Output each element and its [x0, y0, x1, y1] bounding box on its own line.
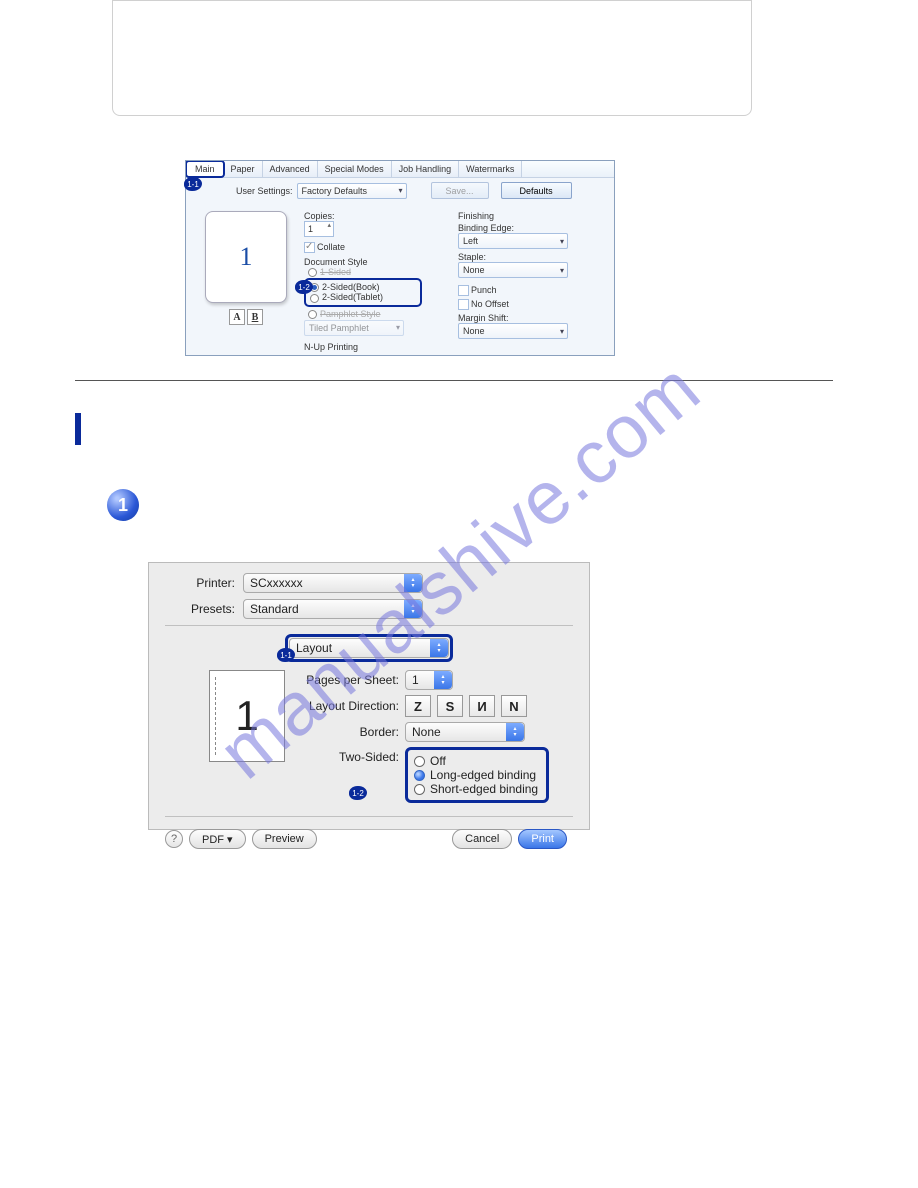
- radio-long-edge[interactable]: [414, 770, 425, 781]
- no-offset-label: No Offset: [471, 299, 509, 309]
- save-button[interactable]: Save...: [431, 182, 489, 199]
- printer-label: Printer:: [165, 576, 235, 590]
- page-preview: 1: [205, 211, 287, 303]
- note-box: [112, 0, 752, 116]
- layout-direction-label: Layout Direction:: [297, 699, 399, 713]
- radio-pamphlet: [308, 310, 317, 319]
- copies-label: Copies:: [304, 211, 452, 221]
- printer-select[interactable]: SCxxxxxx: [243, 573, 423, 593]
- radio-short-edge-label: Short-edged binding: [430, 782, 538, 796]
- border-label: Border:: [297, 725, 399, 739]
- radio-off-label: Off: [430, 754, 446, 768]
- presets-label: Presets:: [165, 602, 235, 616]
- tab-paper[interactable]: Paper: [224, 161, 263, 177]
- radio-long-edge-label: Long-edged binding: [430, 768, 536, 782]
- margin-shift-label: Margin Shift:: [458, 313, 606, 323]
- tab-watermarks[interactable]: Watermarks: [459, 161, 522, 177]
- radio-2sided-tablet-label: 2-Sided(Tablet): [322, 292, 383, 302]
- step-number-icon: 1: [107, 489, 139, 521]
- ab-b-icon: B: [247, 309, 263, 325]
- radio-short-edge[interactable]: [414, 784, 425, 795]
- radio-pamphlet-label: Pamphlet Style: [320, 309, 381, 319]
- layout-dir-2[interactable]: S: [437, 695, 463, 717]
- user-settings-label: User Settings:: [236, 186, 293, 196]
- pamphlet-select: Tiled Pamphlet: [304, 320, 404, 336]
- print-button[interactable]: Print: [518, 829, 567, 849]
- two-sided-highlight: Off Long-edged binding Short-edged bindi…: [405, 747, 549, 803]
- copies-input[interactable]: 1: [304, 221, 334, 237]
- layout-dir-3[interactable]: И: [469, 695, 495, 717]
- defaults-button[interactable]: Defaults: [501, 182, 572, 199]
- binding-edge-select[interactable]: Left: [458, 233, 568, 249]
- doc-style-label: Document Style: [304, 257, 452, 267]
- two-sided-label: Two-Sided:: [297, 747, 399, 764]
- tab-advanced[interactable]: Advanced: [263, 161, 318, 177]
- radio-off[interactable]: [414, 756, 425, 767]
- punch-label: Punch: [471, 285, 497, 295]
- staple-label: Staple:: [458, 252, 606, 262]
- doc-style-highlight: 2-Sided(Book) 2-Sided(Tablet): [304, 278, 422, 306]
- no-offset-checkbox[interactable]: [458, 299, 469, 310]
- ab-a-icon: A: [229, 309, 245, 325]
- presets-select[interactable]: Standard: [243, 599, 423, 619]
- staple-select[interactable]: None: [458, 262, 568, 278]
- radio-2sided-tablet[interactable]: [310, 294, 319, 303]
- pdf-button[interactable]: PDF ▾: [189, 829, 246, 849]
- nup-label: N-Up Printing: [304, 342, 452, 352]
- cancel-button[interactable]: Cancel: [452, 829, 512, 849]
- win-preview-pane: 1 A B: [194, 209, 298, 352]
- tab-special-modes[interactable]: Special Modes: [318, 161, 392, 177]
- tab-job-handling[interactable]: Job Handling: [392, 161, 460, 177]
- mac-page-preview: 1: [209, 670, 285, 762]
- margin-shift-select[interactable]: None: [458, 323, 568, 339]
- layout-dir-4[interactable]: N: [501, 695, 527, 717]
- section-select[interactable]: Layout: [289, 638, 449, 658]
- collate-checkbox[interactable]: [304, 242, 315, 253]
- radio-1sided-label: 1-Sided: [320, 267, 351, 277]
- user-settings-select[interactable]: Factory Defaults: [297, 183, 407, 199]
- border-select[interactable]: None: [405, 722, 525, 742]
- radio-1sided[interactable]: [308, 268, 317, 277]
- windows-print-dialog: Main Paper Advanced Special Modes Job Ha…: [185, 160, 615, 356]
- win-tab-strip: Main Paper Advanced Special Modes Job Ha…: [186, 161, 614, 178]
- help-button[interactable]: ?: [165, 830, 183, 848]
- collate-label: Collate: [317, 242, 345, 252]
- binding-edge-label: Binding Edge:: [458, 223, 606, 233]
- tab-main[interactable]: Main: [185, 160, 225, 178]
- mac-print-dialog: Printer: SCxxxxxx Presets: Standard Layo…: [148, 562, 590, 830]
- divider: [75, 380, 833, 381]
- finishing-label: Finishing: [458, 211, 606, 221]
- punch-checkbox[interactable]: [458, 285, 469, 296]
- section-marker: [75, 413, 81, 445]
- pages-per-sheet-select[interactable]: 1: [405, 670, 453, 690]
- preview-button[interactable]: Preview: [252, 829, 317, 849]
- layout-highlight: Layout: [285, 634, 453, 662]
- radio-2sided-book-label: 2-Sided(Book): [322, 282, 380, 292]
- layout-dir-1[interactable]: Z: [405, 695, 431, 717]
- pages-per-sheet-label: Pages per Sheet:: [297, 673, 399, 687]
